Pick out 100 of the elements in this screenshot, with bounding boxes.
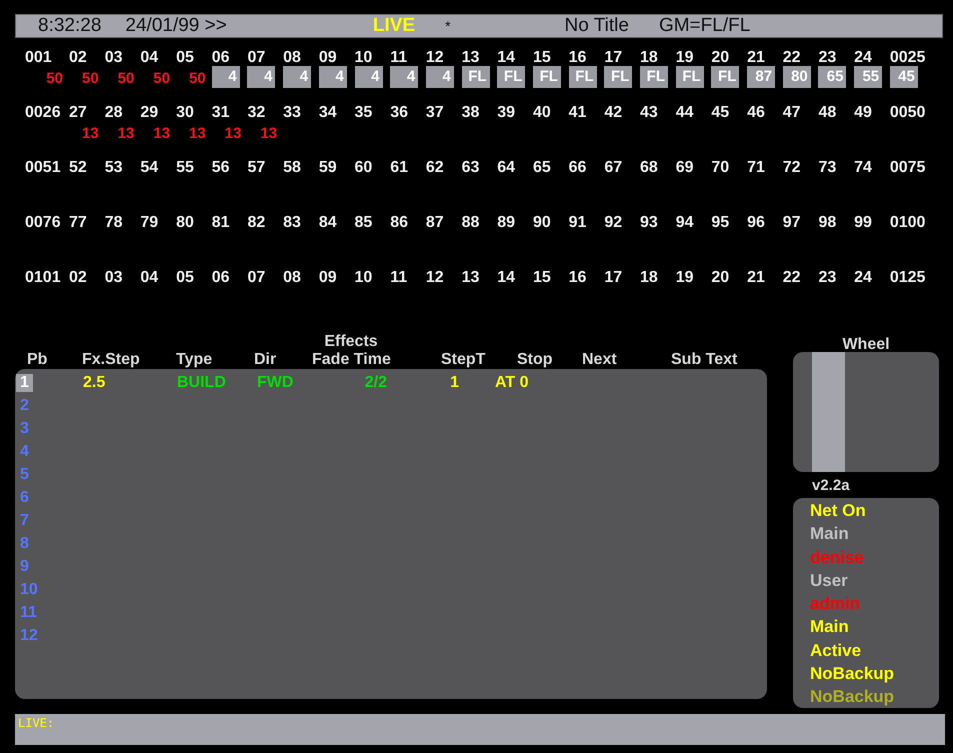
playback-number[interactable]: 7 xyxy=(18,512,29,530)
channel-number: 0051 xyxy=(25,158,61,178)
channel-number: 11 xyxy=(390,48,408,68)
channel-number: 37 xyxy=(426,103,444,123)
table-cell-text: FWD xyxy=(257,374,294,392)
status-line: Main xyxy=(810,523,850,546)
channel-number: 46 xyxy=(747,103,765,123)
channel-level: 13 xyxy=(153,125,170,143)
channel-level: 4 xyxy=(426,66,454,88)
playback-number[interactable]: 1 xyxy=(16,374,33,392)
channel-number: 34 xyxy=(318,103,337,123)
channel-number: 18 xyxy=(640,48,658,68)
playback-number[interactable]: 2 xyxy=(18,396,29,414)
channel-number: 10 xyxy=(354,268,372,288)
modified-marker: * xyxy=(445,18,451,34)
playback-number[interactable]: 8 xyxy=(18,534,29,552)
channel-number: 09 xyxy=(318,268,337,288)
playback-number[interactable]: 3 xyxy=(18,420,29,438)
channel-number: 20 xyxy=(711,48,730,68)
channel-number: 53 xyxy=(104,158,122,178)
playback-number[interactable]: 4 xyxy=(18,442,29,460)
playback-number[interactable]: 9 xyxy=(18,558,29,576)
channel-number: 33 xyxy=(283,103,301,123)
channel-number: 86 xyxy=(390,213,408,233)
channel-number: 10 xyxy=(354,48,372,68)
channel-number: 08 xyxy=(283,48,301,68)
playback-number[interactable]: 10 xyxy=(18,580,38,598)
channel-number: 40 xyxy=(532,103,551,123)
playback-number[interactable]: 12 xyxy=(18,626,38,644)
column-header: Type xyxy=(176,351,214,369)
channel-number: 02 xyxy=(69,48,87,68)
channel-number: 82 xyxy=(247,213,266,233)
channel-level: 13 xyxy=(189,125,206,143)
channel-number: 78 xyxy=(104,213,122,233)
status-line: Active xyxy=(810,640,862,662)
column-header: StepT xyxy=(441,351,486,369)
channel-number: 92 xyxy=(604,213,622,233)
channel-number: 59 xyxy=(318,158,337,178)
channel-number: 20 xyxy=(711,268,730,288)
channel-number: 001 xyxy=(25,48,52,68)
channel-number: 58 xyxy=(283,158,301,178)
channel-number: 97 xyxy=(782,213,801,233)
channel-number: 94 xyxy=(676,213,694,233)
channel-number: 21 xyxy=(747,48,765,68)
channel-number: 16 xyxy=(568,268,586,288)
channel-number: 61 xyxy=(390,158,408,178)
channel-number: 85 xyxy=(354,213,372,233)
command-prompt: LIVE: xyxy=(18,716,54,730)
channel-level: 13 xyxy=(260,125,278,143)
channel-number: 02 xyxy=(69,268,87,288)
channel-level: 4 xyxy=(283,66,312,88)
status-line: admin xyxy=(810,593,862,616)
channel-number: 24 xyxy=(854,48,872,68)
channel-number: 55 xyxy=(176,158,194,178)
channel-number: 0101 xyxy=(25,268,61,288)
wheel-label: Wheel xyxy=(841,336,891,354)
channel-number: 08 xyxy=(283,268,301,288)
channel-number: 57 xyxy=(247,158,266,178)
channel-number: 18 xyxy=(640,268,658,288)
channel-number: 45 xyxy=(711,103,730,123)
channel-number: 07 xyxy=(247,48,266,68)
channel-level: FL xyxy=(532,66,561,88)
channel-number: 63 xyxy=(462,158,480,178)
channel-number: 83 xyxy=(283,213,301,233)
playback-number[interactable]: 6 xyxy=(18,488,29,506)
channel-level: FL xyxy=(462,66,490,88)
channel-number: 03 xyxy=(104,48,122,68)
channel-number: 36 xyxy=(390,103,408,123)
channel-level: 4 xyxy=(390,66,418,88)
channel-number: 19 xyxy=(676,48,694,68)
channel-number: 93 xyxy=(640,213,658,233)
channel-number: 98 xyxy=(818,213,836,233)
channel-number: 28 xyxy=(104,103,122,123)
channel-number: 67 xyxy=(604,158,622,178)
channel-number: 21 xyxy=(747,268,765,288)
channel-number: 04 xyxy=(140,268,158,288)
channel-level: FL xyxy=(604,66,632,88)
channel-number: 14 xyxy=(497,48,516,68)
wheel-indicator[interactable] xyxy=(812,352,845,472)
channel-number: 0050 xyxy=(890,103,926,123)
playback-number[interactable]: 11 xyxy=(18,604,37,622)
table-cell-text: BUILD xyxy=(177,374,227,392)
channel-number: 12 xyxy=(426,268,444,288)
channel-number: 95 xyxy=(711,213,730,233)
channel-number: 0025 xyxy=(890,48,926,68)
column-header: Sub Text xyxy=(671,351,738,369)
channel-number: 11 xyxy=(390,268,408,288)
status-line: User xyxy=(810,570,849,592)
channel-number: 69 xyxy=(676,158,694,178)
playback-number[interactable]: 5 xyxy=(18,466,29,484)
channel-number: 07 xyxy=(247,268,266,288)
version-text: v2.2a xyxy=(812,477,851,494)
channel-number: 84 xyxy=(318,213,337,233)
column-header: Fade Time xyxy=(312,351,392,369)
channel-number: 23 xyxy=(818,48,836,68)
channel-number: 16 xyxy=(568,48,586,68)
channel-number: 99 xyxy=(854,213,872,233)
channel-number: 27 xyxy=(69,103,87,123)
column-header: Fx.Step xyxy=(82,351,141,369)
channel-level: 87 xyxy=(747,66,776,88)
